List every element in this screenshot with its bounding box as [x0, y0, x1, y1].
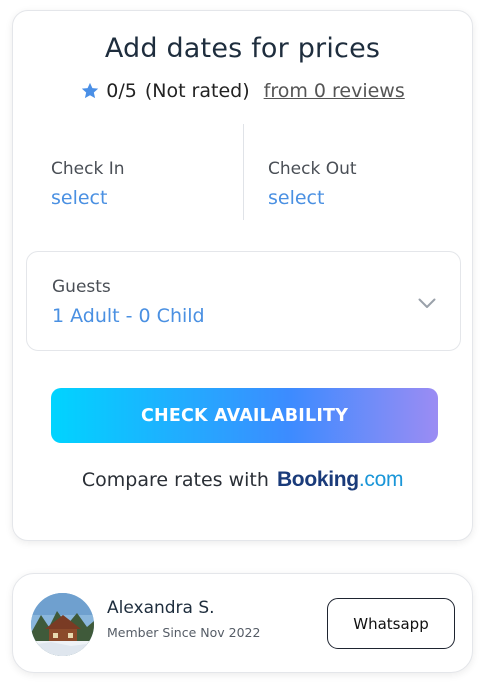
host-card: Alexandra S. Member Since Nov 2022 Whats… [12, 573, 473, 673]
card-title: Add dates for prices [104, 33, 381, 64]
check-in-label: Check In [51, 159, 125, 179]
compare-rates: Compare rates with Booking.com [13, 468, 472, 492]
compare-text: Compare rates with [81, 469, 269, 491]
check-in-field[interactable]: Check In select [51, 124, 241, 220]
check-availability-button[interactable]: CHECK AVAILABILITY [51, 388, 438, 443]
avatar-photo [31, 593, 94, 656]
check-out-value[interactable]: select [268, 187, 324, 209]
date-divider [243, 124, 244, 220]
check-out-label: Check Out [268, 159, 357, 179]
rating-score: 0/5 [106, 80, 137, 102]
check-in-value[interactable]: select [51, 187, 107, 209]
date-selector: Check In select Check Out select [51, 124, 472, 220]
availability-card: Add dates for prices 0/5 (Not rated) fro… [12, 10, 473, 541]
guests-value: 1 Adult - 0 Child [52, 305, 205, 327]
booking-logo-suffix: .com [358, 468, 404, 491]
rating-row: 0/5 (Not rated) from 0 reviews [13, 77, 472, 105]
star-icon [82, 82, 99, 99]
avatar [31, 593, 94, 656]
chevron-down-icon[interactable] [418, 298, 436, 309]
booking-logo-main: Booking [276, 468, 359, 491]
check-out-field[interactable]: Check Out select [268, 124, 458, 220]
whatsapp-button[interactable]: Whatsapp [327, 598, 455, 649]
rating-note: (Not rated) [144, 80, 250, 102]
booking-logo[interactable]: Booking.com [276, 468, 404, 492]
host-member-since: Member Since Nov 2022 [107, 625, 261, 640]
guests-label: Guests [52, 277, 111, 297]
reviews-link[interactable]: from 0 reviews [264, 80, 405, 102]
guests-dropdown[interactable]: Guests 1 Adult - 0 Child [26, 251, 461, 351]
host-name: Alexandra S. [107, 598, 215, 618]
